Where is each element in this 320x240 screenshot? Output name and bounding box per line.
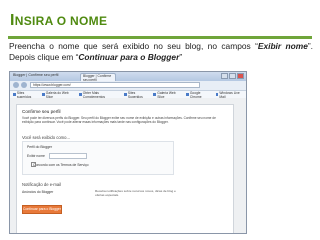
close-icon[interactable] bbox=[237, 73, 244, 79]
display-subheading: Você será exibido como... bbox=[22, 135, 70, 140]
profile-card: Confirme seu perfil Você pode ter divers… bbox=[16, 104, 234, 233]
page-icon bbox=[153, 93, 157, 96]
forward-icon[interactable] bbox=[21, 82, 27, 88]
instruction-part-3: ” bbox=[179, 52, 183, 62]
profile-label: Perfil do Blogger bbox=[27, 145, 53, 149]
profile-box: Perfil do Blogger Exibir nome Concordo c… bbox=[22, 141, 174, 175]
instruction-continuar: Continuar para o Blogger bbox=[78, 52, 180, 62]
form-heading: Confirme seu perfil bbox=[22, 109, 61, 114]
maximize-icon[interactable] bbox=[229, 73, 236, 79]
browser-titlebar: Blogger | Confirme seu perfil Blogger | … bbox=[10, 72, 246, 82]
browser-tab[interactable]: Blogger | Confirme seu perfil bbox=[80, 73, 116, 82]
window-title: Blogger | Confirme seu perfil bbox=[13, 73, 59, 77]
page-icon bbox=[41, 93, 45, 96]
display-name-label: Exibir nome bbox=[27, 153, 45, 158]
instruction-part-1: Preencha o nome que será exibido no seu … bbox=[9, 41, 258, 51]
terms-checkbox[interactable] bbox=[31, 162, 36, 167]
slide-title: INSIRA O NOME bbox=[10, 12, 107, 30]
title-rest: NSIRA O NOME bbox=[14, 14, 108, 28]
continue-button[interactable]: Continuar para o Blogger bbox=[22, 205, 62, 214]
page-icon bbox=[123, 93, 127, 96]
notif-description: Receba notificações sobre recursos novos… bbox=[95, 189, 176, 197]
notif-label: Anúncios do Blogger bbox=[22, 190, 54, 194]
form-intro: Você pode ter diversos perfis do Blogger… bbox=[22, 116, 216, 125]
minimize-icon[interactable] bbox=[221, 73, 228, 79]
notif-heading: Notificação de e-mail bbox=[22, 182, 62, 187]
instruction-exibir-nome: Exibir nome bbox=[257, 41, 308, 51]
title-underline bbox=[8, 36, 312, 39]
page-icon bbox=[185, 93, 189, 96]
instruction-text: Preencha o nome que será exibido no seu … bbox=[9, 41, 313, 63]
address-bar[interactable]: https://www.blogger.com/ bbox=[30, 82, 200, 88]
window-controls bbox=[221, 73, 244, 79]
browser-screenshot: Blogger | Confirme seu perfil Blogger | … bbox=[9, 71, 247, 234]
display-name-row: Exibir nome bbox=[27, 153, 87, 159]
page-icon bbox=[215, 93, 219, 96]
terms-row: Concordo com os Termos de Serviço bbox=[27, 162, 89, 167]
display-name-input[interactable] bbox=[48, 153, 87, 159]
page-icon bbox=[78, 93, 82, 96]
back-icon[interactable] bbox=[13, 82, 19, 88]
terms-label: Concordo com os Termos de Serviço bbox=[33, 163, 89, 167]
page-content: Confirme seu perfil Você pode ter divers… bbox=[10, 98, 246, 233]
browser-navbar: https://www.blogger.com/ bbox=[10, 81, 246, 91]
page-icon bbox=[13, 93, 16, 96]
